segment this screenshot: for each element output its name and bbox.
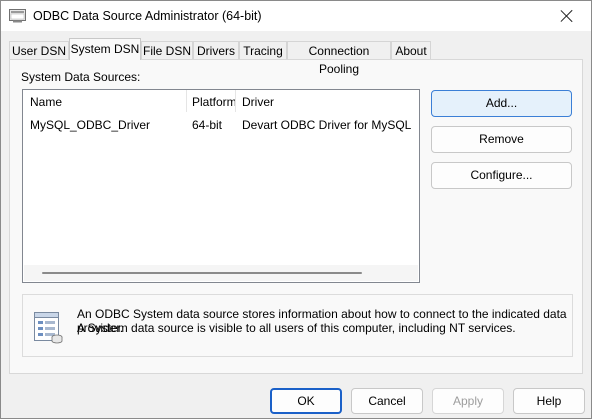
add-button[interactable]: Add... xyxy=(431,90,572,117)
column-header-driver[interactable]: Driver xyxy=(242,95,274,109)
window-title: ODBC Data Source Administrator (64-bit) xyxy=(33,9,262,23)
data-sources-list[interactable]: Name Platform Driver MySQL_ODBC_Driver 6… xyxy=(22,89,420,283)
apply-button[interactable]: Apply xyxy=(432,388,504,414)
database-info-icon xyxy=(31,310,63,344)
configure-button[interactable]: Configure... xyxy=(431,162,572,189)
close-button[interactable] xyxy=(545,1,591,31)
tab-connection-pooling[interactable]: Connection Pooling xyxy=(287,41,391,76)
column-header-platform[interactable]: Platform xyxy=(192,95,237,109)
cancel-button[interactable]: Cancel xyxy=(351,388,423,414)
row-name[interactable]: MySQL_ODBC_Driver xyxy=(30,118,150,132)
tab-tracing[interactable]: Tracing xyxy=(239,41,287,59)
tab-file-dsn[interactable]: File DSN xyxy=(141,41,193,59)
help-button[interactable]: Help xyxy=(513,388,585,414)
row-platform[interactable]: 64-bit xyxy=(192,118,222,132)
info-text-line-2: A System data source is visible to all u… xyxy=(77,321,516,335)
column-separator[interactable] xyxy=(235,90,236,112)
system-data-sources-label: System Data Sources: xyxy=(21,70,141,84)
column-header-name[interactable]: Name xyxy=(30,95,62,109)
odbc-admin-icon xyxy=(9,8,26,23)
remove-button[interactable]: Remove xyxy=(431,126,572,153)
dialog-window: ODBC Data Source Administrator (64-bit) … xyxy=(0,0,592,419)
tab-user-dsn[interactable]: User DSN xyxy=(9,41,69,59)
title-bar: ODBC Data Source Administrator (64-bit) xyxy=(1,1,591,31)
tab-drivers[interactable]: Drivers xyxy=(193,41,239,59)
close-icon xyxy=(560,9,574,23)
horizontal-scrollbar[interactable] xyxy=(24,265,418,281)
scrollbar-thumb[interactable] xyxy=(42,272,362,274)
tab-about[interactable]: About xyxy=(391,41,431,59)
ok-button[interactable]: OK xyxy=(270,388,342,414)
tab-system-dsn[interactable]: System DSN xyxy=(69,38,141,60)
row-driver[interactable]: Devart ODBC Driver for MySQL xyxy=(242,118,411,132)
column-separator[interactable] xyxy=(186,90,187,112)
